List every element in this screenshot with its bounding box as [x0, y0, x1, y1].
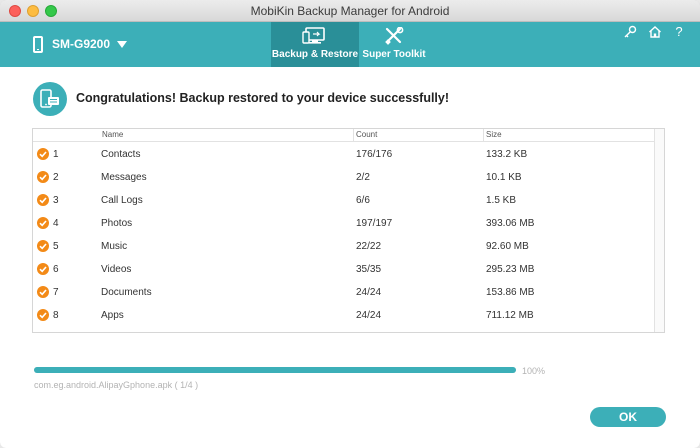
- tab-super-toolkit-label: Super Toolkit: [362, 49, 426, 60]
- check-icon: [37, 263, 49, 275]
- check-icon: [37, 240, 49, 252]
- row-index: 8: [53, 310, 59, 321]
- check-icon: [37, 148, 49, 160]
- row-index: 5: [53, 241, 59, 252]
- main-content: Congratulations! Backup restored to your…: [0, 67, 700, 448]
- check-icon: [37, 286, 49, 298]
- window-title: MobiKin Backup Manager for Android: [250, 4, 450, 18]
- backup-restore-icon: [302, 27, 325, 44]
- row-size: 1.5 KB: [486, 195, 517, 206]
- tools-icon: [385, 27, 404, 45]
- row-name: Photos: [101, 218, 133, 229]
- row-index: 3: [53, 195, 59, 206]
- check-icon: [37, 194, 49, 206]
- row-name: Call Logs: [101, 195, 143, 206]
- device-name: SM-G9200: [52, 37, 111, 51]
- home-icon[interactable]: [648, 25, 662, 39]
- row-size: 393.06 MB: [486, 218, 535, 229]
- check-icon: [37, 309, 49, 321]
- chevron-down-icon: [117, 40, 128, 48]
- tab-backup-restore-label: Backup & Restore: [271, 49, 359, 60]
- row-name: Contacts: [101, 149, 141, 160]
- title-bar: MobiKin Backup Manager for Android: [0, 0, 700, 22]
- row-size: 295.23 MB: [486, 264, 535, 275]
- table-row[interactable]: 5 Music 22/22 92.60 MB: [33, 235, 657, 258]
- row-count: 22/22: [356, 241, 382, 252]
- table-header: Name Count Size: [33, 129, 664, 142]
- row-size: 133.2 KB: [486, 149, 528, 160]
- results-table: Name Count Size 1 Contacts 176/176 133.2…: [32, 128, 665, 333]
- row-index: 2: [53, 172, 59, 183]
- progress-bar-fill: [34, 367, 516, 373]
- row-index: 4: [53, 218, 59, 229]
- row-size: 92.60 MB: [486, 241, 529, 252]
- tab-super-toolkit[interactable]: Super Toolkit: [361, 22, 427, 67]
- device-selector[interactable]: SM-G9200: [33, 33, 128, 55]
- tab-backup-restore[interactable]: Backup & Restore: [271, 22, 359, 67]
- check-icon: [37, 171, 49, 183]
- row-size: 711.12 MB: [486, 310, 534, 321]
- row-count: 35/35: [356, 264, 382, 275]
- key-icon[interactable]: [623, 25, 637, 39]
- progress-bar: [34, 367, 516, 373]
- help-icon[interactable]: ?: [672, 25, 686, 39]
- row-name: Videos: [101, 264, 132, 275]
- success-message: Congratulations! Backup restored to your…: [76, 91, 450, 105]
- phone-icon: [33, 35, 43, 53]
- table-row[interactable]: 7 Documents 24/24 153.86 MB: [33, 281, 657, 304]
- app-window: MobiKin Backup Manager for Android SM-G9…: [0, 0, 700, 448]
- row-count: 24/24: [356, 287, 382, 298]
- table-row[interactable]: 2 Messages 2/2 10.1 KB: [33, 166, 657, 189]
- progress-current-file: com.eg.android.AlipayGphone.apk ( 1/4 ): [34, 380, 199, 390]
- column-header-name[interactable]: Name: [102, 130, 123, 139]
- column-divider: [353, 129, 354, 141]
- row-count: 6/6: [356, 195, 370, 206]
- table-row[interactable]: 6 Videos 35/35 295.23 MB: [33, 258, 657, 281]
- check-icon: [37, 217, 49, 229]
- ok-button[interactable]: OK: [590, 407, 666, 427]
- row-size: 10.1 KB: [486, 172, 522, 183]
- row-index: 6: [53, 264, 59, 275]
- table-row[interactable]: 4 Photos 197/197 393.06 MB: [33, 212, 657, 235]
- column-divider: [483, 129, 484, 141]
- table-row[interactable]: 8 Apps 24/24 711.12 MB: [33, 304, 657, 327]
- row-count: 24/24: [356, 310, 382, 321]
- table-row[interactable]: 1 Contacts 176/176 133.2 KB: [33, 143, 657, 166]
- column-header-count[interactable]: Count: [356, 130, 377, 139]
- row-count: 197/197: [356, 218, 393, 229]
- table-row[interactable]: 3 Call Logs 6/6 1.5 KB: [33, 189, 657, 212]
- row-name: Music: [101, 241, 128, 252]
- row-name: Messages: [101, 172, 147, 183]
- row-name: Apps: [101, 310, 124, 321]
- row-size: 153.86 MB: [486, 287, 535, 298]
- phone-restore-icon: [33, 82, 67, 116]
- row-name: Documents: [101, 287, 152, 298]
- column-header-size[interactable]: Size: [486, 130, 502, 139]
- table-scrollbar[interactable]: [654, 129, 664, 332]
- row-index: 7: [53, 287, 59, 298]
- row-count: 176/176: [356, 149, 393, 160]
- app-header: SM-G9200 Backup & Restore Super Toolkit: [0, 22, 700, 67]
- progress-percent: 100%: [522, 366, 546, 376]
- row-index: 1: [53, 149, 59, 160]
- row-count: 2/2: [356, 172, 370, 183]
